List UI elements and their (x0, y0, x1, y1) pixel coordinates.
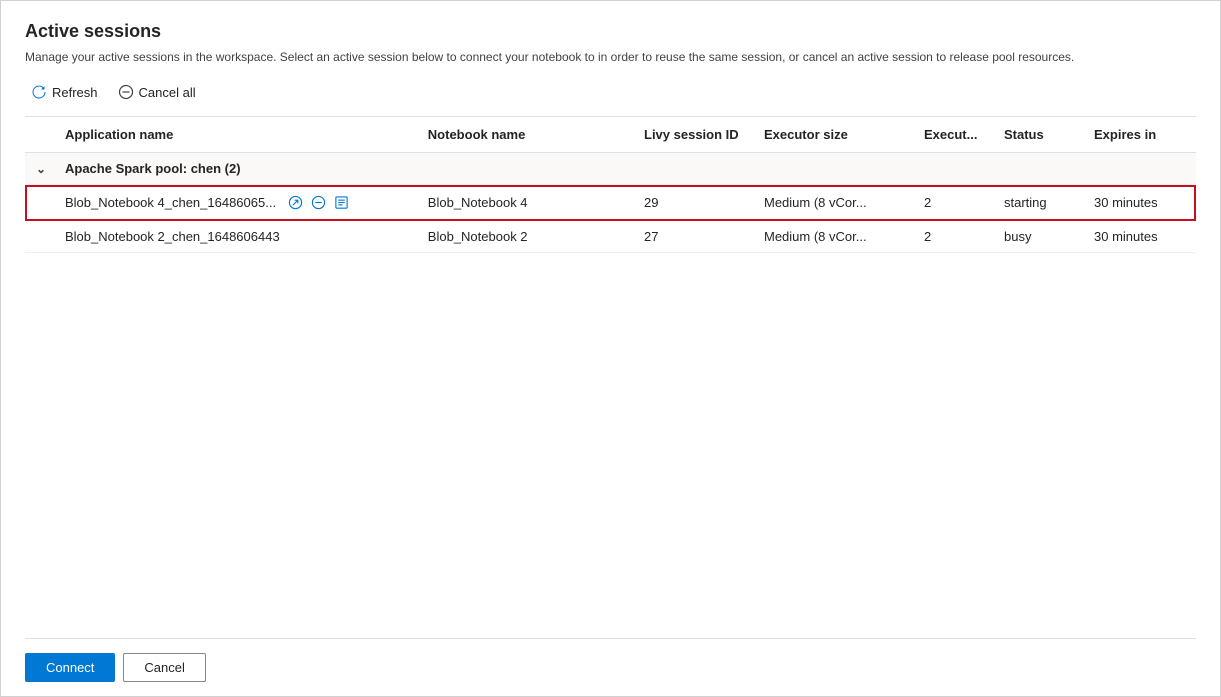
group-row: ⌄ Apache Spark pool: chen (2) (25, 153, 1196, 185)
col-header-executor-count[interactable]: Execut... (916, 117, 996, 153)
row-livy-id: 29 (636, 185, 756, 221)
cancel-all-button[interactable]: Cancel all (112, 80, 202, 104)
cancel-button[interactable]: Cancel (123, 653, 205, 682)
group-name-cell: Apache Spark pool: chen (2) (57, 153, 1196, 185)
col-header-expand (25, 117, 57, 153)
table-row[interactable]: Blob_Notebook 2_chen_1648606443 Blob_Not… (25, 221, 1196, 253)
row-status: busy (996, 221, 1086, 253)
col-header-status[interactable]: Status (996, 117, 1086, 153)
row-executor-size: Medium (8 vCor... (756, 221, 916, 253)
cancel-all-icon (118, 84, 134, 100)
open-notebook-button[interactable] (286, 193, 305, 212)
row-appname: Blob_Notebook 2_chen_1648606443 (57, 221, 420, 253)
row-executor-count: 2 (916, 221, 996, 253)
dialog-description: Manage your active sessions in the works… (25, 48, 1196, 66)
col-header-executor-size[interactable]: Executor size (756, 117, 916, 153)
row-expires: 30 minutes (1086, 185, 1196, 221)
row-livy-id: 27 (636, 221, 756, 253)
open-notebook-icon (288, 195, 303, 210)
refresh-button[interactable]: Refresh (25, 80, 104, 104)
view-logs-icon (334, 195, 349, 210)
row-expand (25, 185, 57, 221)
toolbar: Refresh Cancel all (25, 80, 1196, 104)
row-expand (25, 221, 57, 253)
col-header-notebook[interactable]: Notebook name (420, 117, 636, 153)
app-name-text: Blob_Notebook 2_chen_1648606443 (65, 229, 280, 244)
col-header-appname[interactable]: Application name (57, 117, 420, 153)
table-row[interactable]: Blob_Notebook 4_chen_16486065... (25, 185, 1196, 221)
sessions-table-wrapper: Application name Notebook name Livy sess… (25, 117, 1196, 638)
dialog-footer: Connect Cancel (25, 638, 1196, 696)
row-executor-count: 2 (916, 185, 996, 221)
refresh-icon (31, 84, 47, 100)
connect-button[interactable]: Connect (25, 653, 115, 682)
row-status: starting (996, 185, 1086, 221)
row-appname: Blob_Notebook 4_chen_16486065... (57, 185, 420, 221)
row-notebook: Blob_Notebook 2 (420, 221, 636, 253)
cancel-all-label: Cancel all (139, 85, 196, 100)
col-header-expires[interactable]: Expires in (1086, 117, 1196, 153)
col-header-livy[interactable]: Livy session ID (636, 117, 756, 153)
cancel-session-button[interactable] (309, 193, 328, 212)
row-notebook: Blob_Notebook 4 (420, 185, 636, 221)
row-executor-size: Medium (8 vCor... (756, 185, 916, 221)
app-name-text: Blob_Notebook 4_chen_16486065... (65, 195, 276, 210)
group-expand-icon[interactable]: ⌄ (25, 153, 57, 185)
view-logs-button[interactable] (332, 193, 351, 212)
active-sessions-dialog: Active sessions Manage your active sessi… (0, 0, 1221, 697)
row-expires: 30 minutes (1086, 221, 1196, 253)
cancel-session-icon (311, 195, 326, 210)
dialog-title: Active sessions (25, 21, 1196, 42)
sessions-table: Application name Notebook name Livy sess… (25, 117, 1196, 253)
refresh-label: Refresh (52, 85, 98, 100)
row-actions (286, 193, 351, 212)
